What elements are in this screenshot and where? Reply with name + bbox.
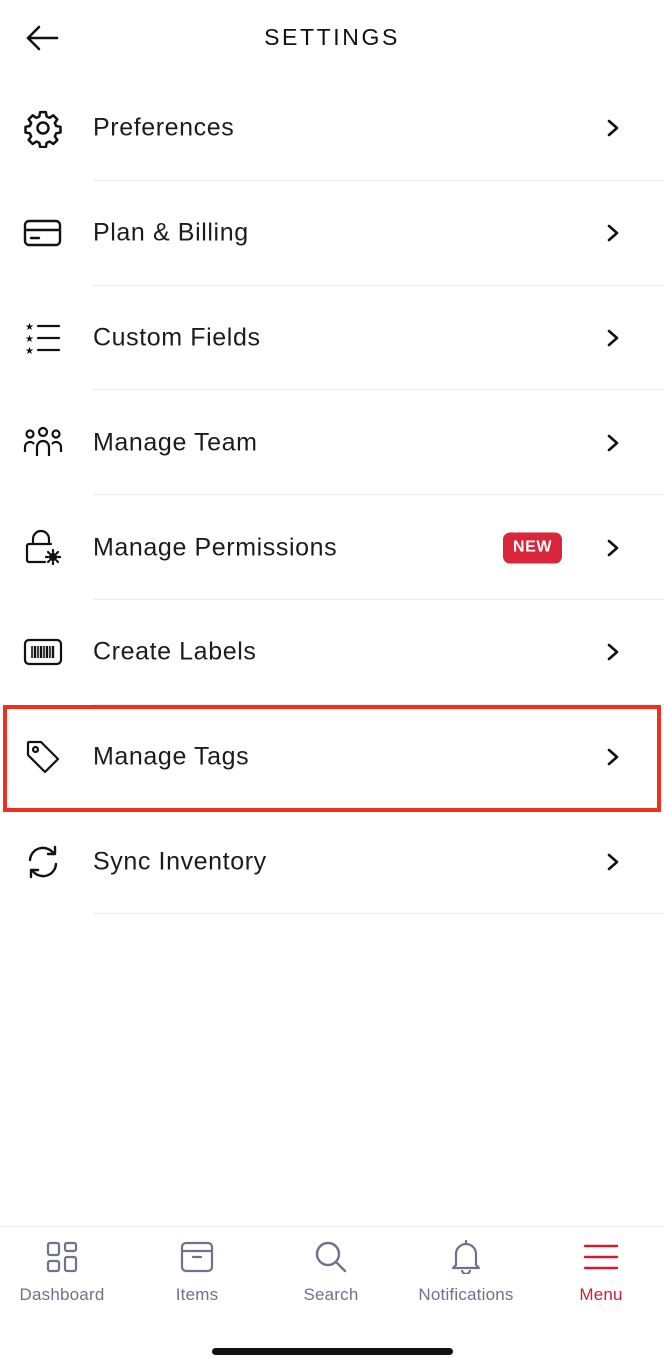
new-badge: NEW	[503, 532, 563, 564]
tab-label: Items	[175, 1285, 219, 1304]
settings-item-label: Custom Fields	[93, 323, 261, 352]
chevron-right-icon	[602, 327, 624, 349]
settings-item-label: Manage Tags	[93, 742, 250, 771]
tab-items[interactable]: Items	[131, 1239, 263, 1309]
bell-icon	[448, 1239, 484, 1275]
settings-item-label: Create Labels	[93, 637, 257, 666]
tag-icon	[22, 736, 64, 778]
settings-item-sync-inventory[interactable]: Sync Inventory	[0, 810, 664, 915]
tab-dashboard[interactable]: Dashboard	[0, 1239, 128, 1309]
divider	[93, 913, 664, 915]
tab-search[interactable]: Search	[265, 1239, 397, 1309]
tab-menu[interactable]: Menu	[535, 1239, 664, 1309]
svg-text:★: ★	[25, 334, 34, 345]
bottom-tab-bar: Dashboard Items Search Notifications Men…	[0, 1226, 664, 1358]
header: SETTINGS	[0, 0, 664, 78]
svg-text:★: ★	[25, 322, 34, 333]
hamburger-menu-icon	[583, 1239, 619, 1275]
settings-item-custom-fields[interactable]: ★ ★ ★ Custom Fields	[0, 286, 664, 391]
chevron-right-icon	[602, 641, 624, 663]
settings-item-label: Sync Inventory	[93, 847, 267, 876]
team-icon	[22, 422, 64, 464]
chevron-right-icon	[602, 537, 624, 559]
box-icon	[179, 1239, 215, 1275]
barcode-icon	[22, 631, 64, 673]
gear-icon	[22, 107, 64, 149]
credit-card-icon	[22, 212, 64, 254]
lock-gear-icon	[22, 527, 64, 569]
home-indicator[interactable]	[212, 1348, 453, 1355]
chevron-right-icon	[602, 851, 624, 873]
page-title: SETTINGS	[264, 24, 400, 50]
settings-item-manage-permissions[interactable]: Manage Permissions NEW	[0, 495, 664, 600]
settings-item-create-labels[interactable]: Create Labels	[0, 600, 664, 705]
chevron-right-icon	[602, 432, 624, 454]
sync-icon	[22, 841, 64, 883]
settings-item-label: Manage Permissions	[93, 533, 338, 562]
svg-text:★: ★	[25, 346, 34, 355]
tab-label: Notifications	[418, 1285, 514, 1304]
settings-item-label: Plan & Billing	[93, 218, 249, 247]
chevron-right-icon	[602, 117, 624, 139]
search-icon	[313, 1239, 349, 1275]
chevron-right-icon	[602, 222, 624, 244]
chevron-right-icon	[602, 746, 624, 768]
settings-item-label: Manage Team	[93, 428, 258, 457]
tab-label: Search	[303, 1285, 359, 1304]
settings-item-label: Preferences	[93, 113, 235, 142]
starred-list-icon: ★ ★ ★	[22, 317, 64, 359]
settings-item-manage-team[interactable]: Manage Team	[0, 390, 664, 496]
settings-list: Preferences Plan & Billing ★ ★ ★ Custom …	[0, 76, 664, 915]
settings-item-manage-tags[interactable]: Manage Tags	[0, 705, 664, 810]
settings-item-preferences[interactable]: Preferences	[0, 76, 664, 181]
tab-label: Menu	[579, 1285, 623, 1304]
tab-notifications[interactable]: Notifications	[400, 1239, 532, 1309]
tab-label: Dashboard	[19, 1285, 105, 1304]
dashboard-grid-icon	[44, 1239, 80, 1275]
settings-item-plan-billing[interactable]: Plan & Billing	[0, 181, 664, 286]
